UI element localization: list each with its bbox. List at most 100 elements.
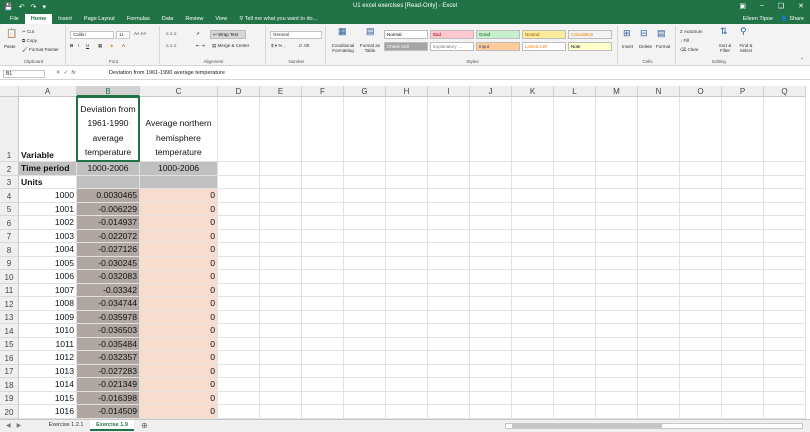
cell-c5[interactable]: 0: [140, 202, 218, 216]
empty-cell[interactable]: [260, 283, 302, 297]
cell-c2[interactable]: 1000-2006: [140, 162, 218, 176]
empty-cell[interactable]: [260, 391, 302, 405]
tab-page-layout[interactable]: Page Layout: [78, 14, 121, 24]
format-as-table-button[interactable]: Format as Table: [358, 43, 382, 53]
empty-cell[interactable]: [344, 97, 386, 162]
empty-cell[interactable]: [638, 391, 680, 405]
find-icon[interactable]: ⚲: [740, 26, 747, 37]
column-header-c[interactable]: C: [140, 86, 218, 97]
row-header-10[interactable]: 10: [0, 270, 19, 284]
cancel-icon[interactable]: ✕: [56, 70, 61, 76]
empty-cell[interactable]: [218, 270, 260, 284]
empty-cell[interactable]: [596, 283, 638, 297]
empty-cell[interactable]: [764, 256, 806, 270]
empty-cell[interactable]: [764, 324, 806, 338]
empty-cell[interactable]: [512, 229, 554, 243]
empty-cell[interactable]: [764, 364, 806, 378]
empty-cell[interactable]: [680, 310, 722, 324]
cell-c15[interactable]: 0: [140, 337, 218, 351]
empty-cell[interactable]: [554, 270, 596, 284]
empty-cell[interactable]: [470, 256, 512, 270]
empty-cell[interactable]: [722, 364, 764, 378]
empty-cell[interactable]: [386, 391, 428, 405]
empty-cell[interactable]: [722, 391, 764, 405]
empty-cell[interactable]: [638, 337, 680, 351]
empty-cell[interactable]: [344, 337, 386, 351]
empty-cell[interactable]: [344, 175, 386, 189]
empty-cell[interactable]: [428, 97, 470, 162]
empty-cell[interactable]: [386, 202, 428, 216]
empty-cell[interactable]: [554, 391, 596, 405]
cell-style-neutral[interactable]: Neutral: [522, 30, 566, 39]
empty-cell[interactable]: [554, 378, 596, 392]
tab-formulas[interactable]: Formulas: [121, 14, 156, 24]
empty-cell[interactable]: [386, 229, 428, 243]
scrollbar-thumb[interactable]: [512, 424, 662, 428]
empty-cell[interactable]: [302, 297, 344, 311]
cell-b2[interactable]: 1000-2006: [77, 162, 140, 176]
empty-cell[interactable]: [638, 162, 680, 176]
empty-cell[interactable]: [386, 162, 428, 176]
tab-data[interactable]: Data: [156, 14, 180, 24]
empty-cell[interactable]: [680, 324, 722, 338]
empty-cell[interactable]: [596, 378, 638, 392]
empty-cell[interactable]: [428, 391, 470, 405]
empty-cell[interactable]: [596, 229, 638, 243]
row-header-12[interactable]: 12: [0, 297, 19, 311]
empty-cell[interactable]: [218, 405, 260, 419]
empty-cell[interactable]: [428, 175, 470, 189]
empty-cell[interactable]: [554, 351, 596, 365]
cell-a2[interactable]: Time period: [19, 162, 77, 176]
empty-cell[interactable]: [218, 256, 260, 270]
cell-c11[interactable]: 0: [140, 283, 218, 297]
empty-cell[interactable]: [470, 324, 512, 338]
empty-cell[interactable]: [260, 189, 302, 203]
cell-c7[interactable]: 0: [140, 229, 218, 243]
empty-cell[interactable]: [218, 243, 260, 257]
cell-a16[interactable]: 1012: [19, 351, 77, 365]
empty-cell[interactable]: [512, 351, 554, 365]
empty-cell[interactable]: [722, 256, 764, 270]
tell-me-search[interactable]: ⚲ Tell me what you want to do...: [233, 16, 323, 22]
empty-cell[interactable]: [596, 243, 638, 257]
empty-cell[interactable]: [470, 351, 512, 365]
empty-cell[interactable]: [218, 297, 260, 311]
empty-cell[interactable]: [554, 405, 596, 419]
column-header-h[interactable]: H: [386, 86, 428, 97]
empty-cell[interactable]: [638, 229, 680, 243]
empty-cell[interactable]: [302, 229, 344, 243]
format-button[interactable]: Format: [656, 44, 670, 49]
empty-cell[interactable]: [260, 378, 302, 392]
empty-cell[interactable]: [344, 189, 386, 203]
empty-cell[interactable]: [638, 270, 680, 284]
cell-a3[interactable]: Units: [19, 175, 77, 189]
empty-cell[interactable]: [302, 283, 344, 297]
empty-cell[interactable]: [764, 243, 806, 257]
cell-a10[interactable]: 1006: [19, 270, 77, 284]
cell-style-explanatory[interactable]: Explanatory ...: [430, 42, 474, 51]
empty-cell[interactable]: [638, 364, 680, 378]
cell-a5[interactable]: 1001: [19, 202, 77, 216]
wrap-text-button[interactable]: ↩ Wrap Text: [210, 30, 246, 39]
empty-cell[interactable]: [386, 256, 428, 270]
insert-function-icon[interactable]: fx: [71, 70, 75, 76]
empty-cell[interactable]: [260, 229, 302, 243]
cell-c12[interactable]: 0: [140, 297, 218, 311]
orientation-icon[interactable]: ⇗: [196, 31, 200, 37]
empty-cell[interactable]: [512, 364, 554, 378]
cell-a4[interactable]: 1000: [19, 189, 77, 203]
empty-cell[interactable]: [680, 364, 722, 378]
empty-cell[interactable]: [722, 189, 764, 203]
empty-cell[interactable]: [386, 378, 428, 392]
empty-cell[interactable]: [554, 283, 596, 297]
empty-cell[interactable]: [260, 405, 302, 419]
empty-cell[interactable]: [344, 243, 386, 257]
row-header-1[interactable]: 1: [0, 97, 19, 162]
row-header-13[interactable]: 13: [0, 310, 19, 324]
empty-cell[interactable]: [302, 216, 344, 230]
cell-style-note[interactable]: Note: [568, 42, 612, 51]
empty-cell[interactable]: [260, 310, 302, 324]
empty-cell[interactable]: [554, 324, 596, 338]
row-header-17[interactable]: 17: [0, 364, 19, 378]
empty-cell[interactable]: [470, 229, 512, 243]
